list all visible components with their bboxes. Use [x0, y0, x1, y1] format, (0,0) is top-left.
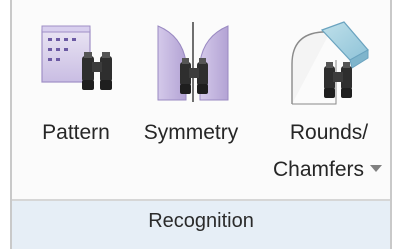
symmetry-recognition-icon	[157, 22, 229, 102]
rounds-chamfers-label-line1: Rounds/	[289, 121, 369, 144]
symmetry-button-label: Symmetry	[143, 121, 239, 144]
group-label: Recognition	[148, 210, 254, 232]
rounds-chamfers-label-line2: Chamfers	[272, 158, 364, 181]
ribbon-group-recognition: Pattern Symmetry Rounds/ Chamfers Recogn…	[10, 0, 392, 249]
chevron-down-icon[interactable]	[370, 164, 382, 172]
pattern-button-label: Pattern	[42, 121, 110, 144]
symmetry-button[interactable]: Symmetry	[132, 8, 250, 198]
pattern-button[interactable]: Pattern	[26, 8, 126, 198]
rounds-chamfers-button[interactable]: Rounds/ Chamfers	[270, 8, 388, 198]
group-label-bar: Recognition	[12, 199, 390, 249]
rounds-chamfers-recognition-icon	[291, 21, 369, 105]
rounds-chamfers-label-line2-wrap: Chamfers	[270, 158, 382, 182]
pattern-recognition-icon	[41, 25, 112, 90]
